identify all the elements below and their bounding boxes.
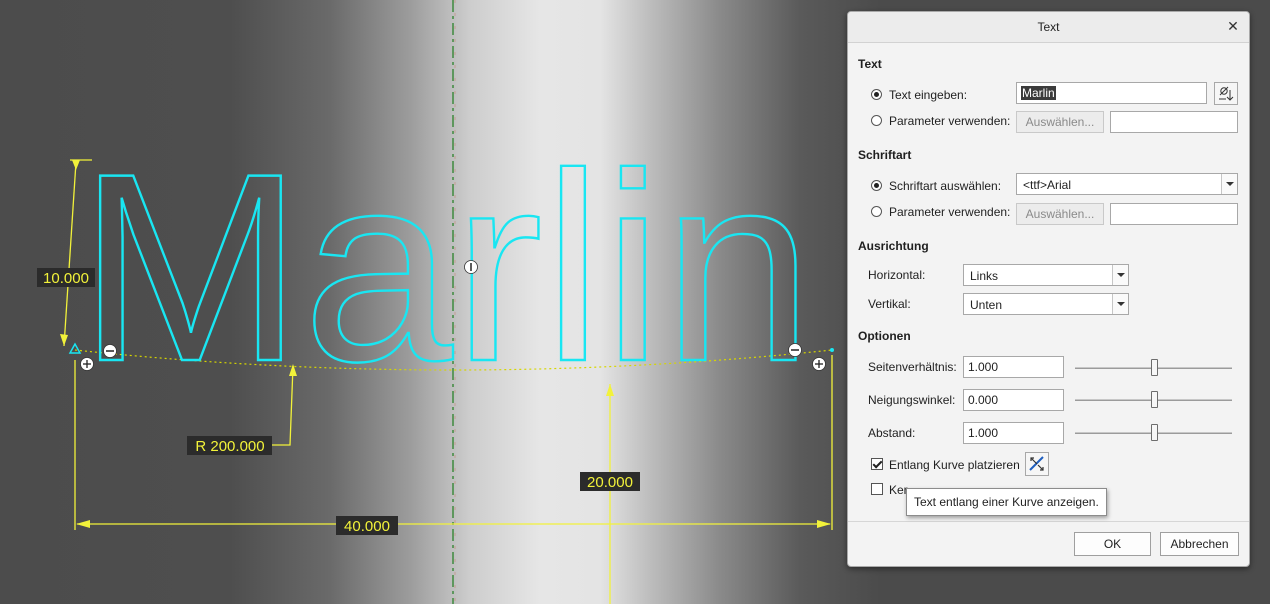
radio-select-font[interactable] [871, 180, 882, 191]
slant-angle-input[interactable]: 0.000 [963, 389, 1064, 411]
dim-width-text: 40.000 [344, 518, 390, 535]
kerning-checkbox[interactable] [871, 483, 883, 495]
label-spacing: Abstand: [868, 426, 916, 440]
font-dropdown-value: <ttf>Arial [1023, 178, 1072, 192]
handle-left-bottom-icon [80, 357, 94, 371]
label-place-along-curve: Entlang Kurve platzieren [889, 458, 1020, 472]
label-vertical: Vertikal: [868, 297, 911, 311]
dim-center-text: 20.000 [587, 474, 633, 491]
font-dropdown[interactable]: <ttf>Arial [1016, 173, 1238, 195]
handle-left-minus-icon [103, 344, 117, 358]
symbol-palette-button[interactable] [1214, 82, 1238, 105]
select-param-font-button[interactable]: Auswählen... [1016, 203, 1104, 225]
radio-param-text[interactable] [871, 115, 882, 126]
cancel-button[interactable]: Abbrechen [1160, 532, 1239, 556]
dim-height-text: 10.000 [43, 270, 89, 287]
text-input-value: Marlin [1021, 86, 1056, 100]
tooltip: Text entlang einer Kurve anzeigen. [906, 488, 1107, 516]
spacing-input[interactable]: 1.000 [963, 422, 1064, 444]
label-param-text: Parameter verwenden: [889, 114, 1011, 128]
label-kerning: Ker [889, 483, 908, 497]
dialog-titlebar[interactable]: Text ✕ [848, 12, 1249, 43]
slant-angle-slider-thumb[interactable] [1151, 391, 1158, 408]
dim-height-arrow-bottom [60, 334, 68, 346]
close-icon[interactable]: ✕ [1225, 18, 1241, 34]
dim-width-value: 40.000 [336, 516, 398, 535]
sketch-text-outline: Marlin [78, 117, 813, 417]
dialog-title: Text [1037, 20, 1060, 34]
section-title-alignment: Ausrichtung [858, 239, 929, 253]
place-along-curve-checkbox[interactable] [871, 458, 883, 470]
aspect-ratio-slider-thumb[interactable] [1151, 359, 1158, 376]
footer-separator [848, 521, 1249, 522]
spacing-slider-thumb[interactable] [1151, 424, 1158, 441]
label-aspect-ratio: Seitenverhältnis: [868, 360, 957, 374]
horizontal-dropdown-value: Links [970, 269, 999, 283]
radio-enter-text[interactable] [871, 89, 882, 100]
text-input[interactable]: Marlin [1016, 82, 1207, 104]
aspect-ratio-input[interactable]: 1.000 [963, 356, 1064, 378]
select-param-text-button[interactable]: Auswählen... [1016, 111, 1104, 133]
section-title-font: Schriftart [858, 148, 912, 162]
radio-param-font[interactable] [871, 206, 882, 217]
dim-height-line [63, 161, 77, 347]
chevron-down-icon[interactable] [1112, 265, 1128, 285]
label-horizontal: Horizontal: [868, 268, 926, 282]
label-slant-angle: Neigungswinkel: [868, 393, 956, 407]
flip-curve-direction-icon [1029, 456, 1044, 471]
handle-mid-icon [464, 260, 478, 274]
dim-radius-text: R 200.000 [195, 438, 264, 455]
ok-button[interactable]: OK [1074, 532, 1151, 556]
chevron-down-icon[interactable] [1112, 294, 1128, 314]
section-title-options: Optionen [858, 329, 911, 343]
dim-height-value: 10.000 [37, 268, 95, 287]
chevron-down-icon[interactable] [1221, 174, 1237, 194]
horizontal-dropdown[interactable]: Links [963, 264, 1129, 286]
dim-radius-value: R 200.000 [187, 436, 272, 455]
dim-width-arrow-left [76, 520, 90, 528]
vertical-dropdown[interactable]: Unten [963, 293, 1129, 315]
label-param-font: Parameter verwenden: [889, 205, 1011, 219]
end-point-marker [830, 348, 834, 352]
handle-right-minus-icon [788, 343, 802, 357]
dim-center-value: 20.000 [580, 472, 640, 491]
dim-width-arrow-right [817, 520, 831, 528]
flip-curve-direction-button[interactable] [1025, 452, 1049, 476]
handle-right-bottom-icon [812, 357, 826, 371]
vertical-dropdown-value: Unten [970, 298, 1003, 312]
param-text-input[interactable] [1110, 111, 1238, 133]
label-enter-text: Text eingeben: [889, 88, 968, 102]
param-font-input[interactable] [1110, 203, 1238, 225]
symbol-palette-icon [1219, 86, 1234, 101]
section-title-text: Text [858, 57, 882, 71]
text-dialog: Text ✕ Text Text eingeben: Marlin Parame… [847, 11, 1250, 567]
label-select-font: Schriftart auswählen: [889, 179, 1002, 193]
